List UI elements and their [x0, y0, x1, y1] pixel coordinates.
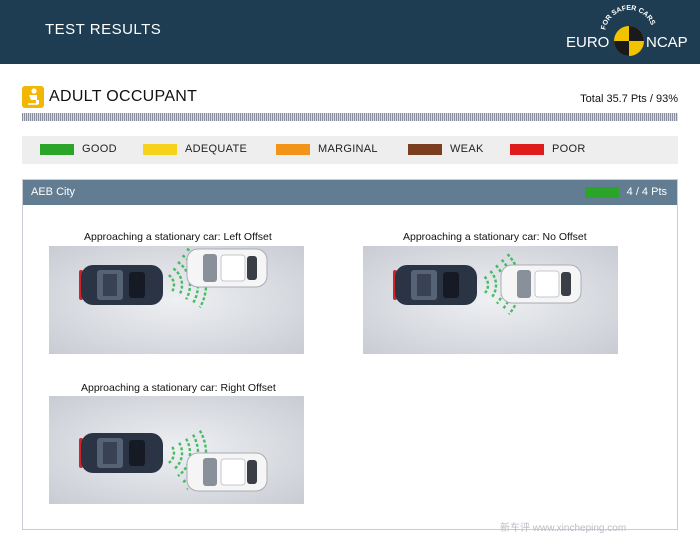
scenario-caption: Approaching a stationary car: Right Offs… — [81, 382, 276, 394]
test-car-dark — [393, 265, 477, 305]
legend-swatch — [510, 144, 544, 155]
section-divider — [22, 113, 678, 121]
target-car-white — [500, 264, 582, 304]
euro-ncap-logo: FOR SAFER CARS EURO NCAP — [566, 5, 688, 56]
scenario-image-right-offset — [49, 396, 304, 504]
scenario-caption: Approaching a stationary car: Left Offse… — [84, 231, 272, 243]
watermark: 新车评 www.xincheping.com — [500, 523, 627, 534]
panel-score: 4 / 4 Pts — [626, 186, 667, 198]
scenario-image-left-offset — [49, 246, 304, 354]
target-car-white — [186, 248, 268, 288]
svg-text:EURO: EURO — [566, 34, 609, 51]
legend-swatch — [408, 144, 442, 155]
panel-title: AEB City — [31, 186, 76, 198]
rating-legend: GOOD ADEQUATE MARGINAL WEAK POOR — [22, 136, 678, 164]
svg-text:NCAP: NCAP — [646, 34, 688, 51]
aeb-city-header[interactable]: AEB City 4 / 4 Pts — [23, 180, 677, 205]
target-car-white — [186, 452, 268, 492]
legend-label: MARGINAL — [318, 143, 378, 155]
test-car-dark — [79, 433, 163, 473]
scenario-image-no-offset — [363, 246, 618, 354]
legend-label: POOR — [552, 143, 586, 155]
test-car-dark — [79, 265, 163, 305]
score-color-bar — [585, 187, 619, 198]
top-bar: TEST RESULTS FOR SAFER CARS EURO NCAP — [0, 0, 700, 64]
legend-label: ADEQUATE — [185, 143, 248, 155]
legend-swatch — [276, 144, 310, 155]
legend-label: WEAK — [450, 143, 484, 155]
legend-swatch — [40, 144, 74, 155]
legend-swatch — [143, 144, 177, 155]
legend-label: GOOD — [82, 143, 117, 155]
section-total-score: Total 35.7 Pts / 93% — [580, 93, 678, 105]
page-title: TEST RESULTS — [45, 21, 162, 38]
aeb-city-panel: AEB City 4 / 4 Pts Approaching a station… — [22, 179, 678, 530]
adult-occupant-icon — [22, 86, 44, 108]
adult-occupant-header: ADULT OCCUPANT Total 35.7 Pts / 93% — [22, 86, 678, 114]
section-title: ADULT OCCUPANT — [49, 88, 198, 105]
scenario-caption: Approaching a stationary car: No Offset — [403, 231, 587, 243]
